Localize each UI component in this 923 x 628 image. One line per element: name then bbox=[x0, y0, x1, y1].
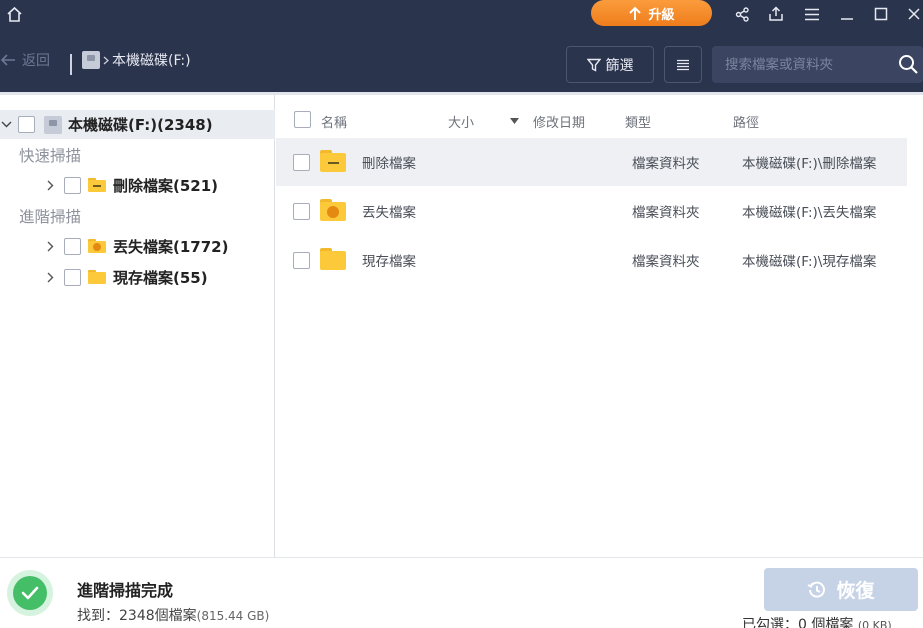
drive-icon bbox=[82, 51, 100, 69]
folder-tree-panel: 本機磁碟(F:)(2348) 快速掃描 刪除檔案(521) 進階掃描 丟失檔案(… bbox=[0, 95, 275, 557]
tree-item-existing[interactable]: 現存檔案(55) bbox=[44, 263, 208, 291]
tree-item-label: 現存檔案(55) bbox=[113, 268, 208, 287]
lost-folder-icon bbox=[320, 199, 346, 221]
tree-item-deleted[interactable]: 刪除檔案(521) bbox=[44, 171, 218, 199]
row-checkbox[interactable] bbox=[293, 154, 310, 171]
row-path: 本機磁碟(F:)\刪除檔案 bbox=[742, 156, 877, 172]
row-name: 現存檔案 bbox=[362, 254, 416, 270]
table-row[interactable]: 刪除檔案 檔案資料夾 本機磁碟(F:)\刪除檔案 bbox=[276, 138, 907, 186]
row-path: 本機磁碟(F:)\現存檔案 bbox=[742, 254, 877, 270]
minimize-icon[interactable] bbox=[838, 0, 856, 28]
row-type: 檔案資料夾 bbox=[632, 205, 700, 221]
scan-status-summary: 找到：2348個檔案(815.44 GB) bbox=[77, 605, 269, 625]
filter-label: 篩選 bbox=[605, 57, 634, 74]
selected-count: 0 個檔案 bbox=[798, 617, 854, 628]
drive-icon bbox=[44, 115, 62, 134]
table-row[interactable]: 丟失檔案 檔案資料夾 本機磁碟(F:)\丟失檔案 bbox=[276, 187, 907, 235]
sort-down-icon[interactable] bbox=[510, 118, 519, 124]
tree-root-checkbox[interactable] bbox=[18, 116, 35, 133]
chevron-right-icon[interactable] bbox=[44, 179, 57, 192]
status-bar: 進階掃描完成 找到：2348個檔案(815.44 GB) 恢復 已勾選：0 個檔… bbox=[0, 557, 923, 628]
file-list-panel: 名稱 大小 修改日期 類型 路徑 刪除檔案 檔案資料夾 本機磁碟(F:)\刪除檔… bbox=[276, 95, 923, 557]
filter-button[interactable]: 篩選 bbox=[566, 46, 654, 83]
upgrade-button[interactable]: 升級 bbox=[591, 0, 712, 26]
upgrade-label: 升級 bbox=[648, 7, 675, 23]
tree-root[interactable]: 本機磁碟(F:)(2348) bbox=[0, 110, 213, 139]
close-icon[interactable] bbox=[905, 0, 923, 28]
toolbar: 返回 本機磁碟(F:) 篩選 bbox=[0, 28, 923, 92]
select-all-checkbox[interactable] bbox=[294, 111, 311, 128]
recover-button[interactable]: 恢復 bbox=[764, 568, 918, 611]
existing-folder-icon bbox=[320, 248, 346, 270]
chevron-right-icon bbox=[103, 56, 109, 64]
found-prefix: 找到： bbox=[77, 608, 119, 624]
selected-size: (0 KB) bbox=[857, 619, 892, 628]
found-count: 2348個檔案 bbox=[119, 608, 197, 624]
deleted-folder-icon bbox=[320, 150, 346, 172]
selection-summary: 已勾選：0 個檔案 (0 KB) bbox=[742, 614, 892, 628]
row-checkbox[interactable] bbox=[293, 203, 310, 220]
tree-item-checkbox[interactable] bbox=[64, 237, 81, 255]
section-advanced-scan: 進階掃描 bbox=[19, 208, 82, 226]
found-size: (815.44 GB) bbox=[196, 609, 270, 623]
menu-icon[interactable] bbox=[803, 0, 821, 28]
chevron-down-icon[interactable] bbox=[0, 118, 13, 131]
breadcrumb-label: 本機磁碟(F:) bbox=[112, 53, 191, 69]
selected-prefix: 已勾選： bbox=[742, 617, 798, 628]
back-label: 返回 bbox=[22, 53, 50, 69]
column-header-date[interactable]: 修改日期 bbox=[533, 112, 585, 131]
existing-folder-icon bbox=[88, 270, 106, 284]
view-list-button[interactable] bbox=[664, 46, 702, 83]
table-row[interactable]: 現存檔案 檔案資料夾 本機磁碟(F:)\現存檔案 bbox=[276, 236, 907, 284]
scan-status-title: 進階掃描完成 bbox=[77, 581, 174, 600]
filter-icon bbox=[586, 58, 601, 72]
row-type: 檔案資料夾 bbox=[632, 156, 700, 172]
tree-root-label: 本機磁碟(F:)(2348) bbox=[68, 116, 213, 134]
chevron-right-icon[interactable] bbox=[44, 240, 57, 253]
back-button[interactable]: 返回 bbox=[0, 28, 50, 92]
tree-item-checkbox[interactable] bbox=[64, 268, 81, 286]
history-icon bbox=[808, 581, 826, 598]
column-header-path[interactable]: 路徑 bbox=[733, 112, 759, 131]
export-icon[interactable] bbox=[767, 0, 785, 28]
column-header-size[interactable]: 大小 bbox=[448, 112, 474, 131]
breadcrumb[interactable]: 本機磁碟(F:) bbox=[82, 28, 191, 92]
recover-label: 恢復 bbox=[836, 580, 875, 602]
row-type: 檔案資料夾 bbox=[632, 254, 700, 270]
tree-item-lost[interactable]: 丟失檔案(1772) bbox=[44, 232, 228, 260]
search-icon[interactable] bbox=[898, 54, 919, 75]
chevron-right-icon[interactable] bbox=[44, 271, 57, 284]
scan-complete-icon bbox=[7, 570, 53, 616]
toolbar-divider bbox=[70, 54, 72, 75]
column-header-name[interactable]: 名稱 bbox=[321, 112, 347, 131]
tree-item-checkbox[interactable] bbox=[64, 176, 81, 194]
row-name: 刪除檔案 bbox=[362, 156, 416, 172]
row-path: 本機磁碟(F:)\丟失檔案 bbox=[742, 205, 877, 221]
row-checkbox[interactable] bbox=[293, 252, 310, 269]
search-box bbox=[712, 46, 923, 83]
lost-folder-icon bbox=[88, 239, 106, 253]
arrow-up-icon bbox=[629, 6, 642, 20]
tree-item-label: 刪除檔案(521) bbox=[113, 176, 219, 195]
arrow-left-icon bbox=[0, 54, 15, 66]
list-view-icon bbox=[677, 59, 689, 70]
share-icon[interactable] bbox=[733, 0, 751, 28]
section-quick-scan: 快速掃描 bbox=[19, 147, 82, 165]
title-bar: 升級 bbox=[0, 0, 923, 28]
home-icon[interactable] bbox=[4, 0, 24, 28]
search-input[interactable] bbox=[712, 46, 892, 83]
deleted-folder-icon bbox=[88, 178, 106, 192]
column-header-type[interactable]: 類型 bbox=[625, 112, 651, 131]
tree-item-label: 丟失檔案(1772) bbox=[113, 237, 229, 256]
row-name: 丟失檔案 bbox=[362, 205, 416, 221]
maximize-icon[interactable] bbox=[872, 0, 890, 28]
